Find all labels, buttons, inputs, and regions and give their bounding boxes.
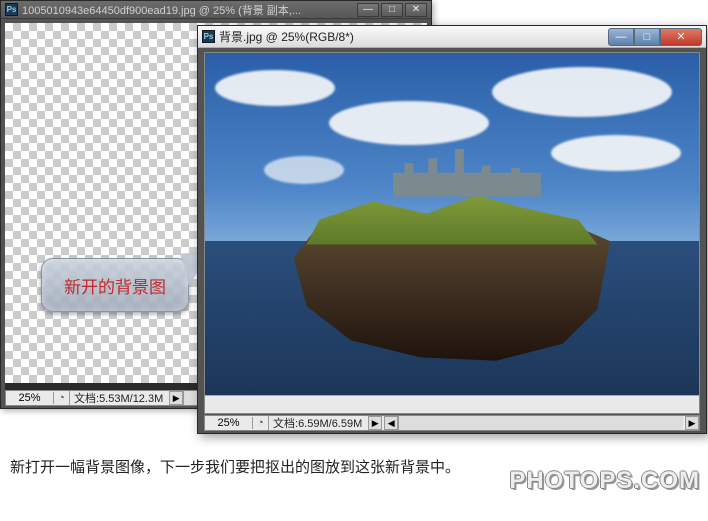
status-arrow-right-icon[interactable]: ▶ [169,391,183,405]
status-size-text: 6.59M/6.59M [298,418,362,430]
status-doc-label: 文档:5.53M/12.3M [70,390,167,406]
cloud-shape [551,135,681,171]
photoshop-icon: Ps [5,3,18,16]
maximize-button[interactable]: □ [381,3,403,17]
window1-titlebar[interactable]: Ps 1005010943e64450df900ead19.jpg @ 25% … [1,1,431,19]
watermark-text: PHOTOPS.COM [509,467,700,495]
status-circle-icon[interactable]: ◔ [54,391,70,405]
window2-status-bar: 25% ◔ 文档:6.59M/6.59M ▶ ◀ ▶ [204,415,700,431]
zoom-input[interactable]: 25% [205,417,253,429]
close-button[interactable]: ✕ [405,3,427,17]
scroll-arrow-right-icon[interactable]: ▶ [685,416,699,430]
window2-canvas[interactable] [204,52,700,414]
window1-title: 1005010943e64450df900ead19.jpg @ 25% (背景… [22,2,357,18]
status-size-text: 5.53M/12.3M [99,393,163,405]
maximize-button[interactable]: □ [634,28,660,46]
status-circle-icon[interactable]: ◔ [253,416,269,430]
status-doc-label: 文档:6.59M/6.59M [269,415,366,431]
status-arrow-right-icon[interactable]: ▶ [368,416,382,430]
callout-text: 新开的背景图 [64,273,166,298]
minimize-button[interactable]: — [608,28,634,46]
window1-controls: — □ ✕ [357,3,427,17]
cloud-shape [264,156,344,184]
cloud-shape [329,101,489,145]
window2-h-scrollbar[interactable] [398,416,683,430]
background-image-castle [205,53,699,395]
window2-controls: — □ ✕ [608,28,702,46]
callout-bubble: 新开的背景图 [41,258,189,312]
photoshop-icon: Ps [202,30,215,43]
status-label-text: 文档: [273,418,298,430]
castle-shape [393,149,541,197]
zoom-input[interactable]: 25% [6,392,54,404]
close-button[interactable]: ✕ [660,28,702,46]
status-label-text: 文档: [74,393,99,405]
window2-titlebar[interactable]: Ps 背景.jpg @ 25%(RGB/8*) — □ ✕ [198,26,706,48]
cloud-shape [215,70,335,106]
minimize-button[interactable]: — [357,3,379,17]
document-window-2: Ps 背景.jpg @ 25%(RGB/8*) — □ ✕ 25% ◔ 文档:6… [197,25,707,434]
scroll-arrow-left-icon[interactable]: ◀ [384,416,398,430]
cloud-shape [492,67,672,117]
window2-inner-h-scrollbar[interactable] [205,395,699,413]
window2-title: 背景.jpg @ 25%(RGB/8*) [219,28,354,45]
